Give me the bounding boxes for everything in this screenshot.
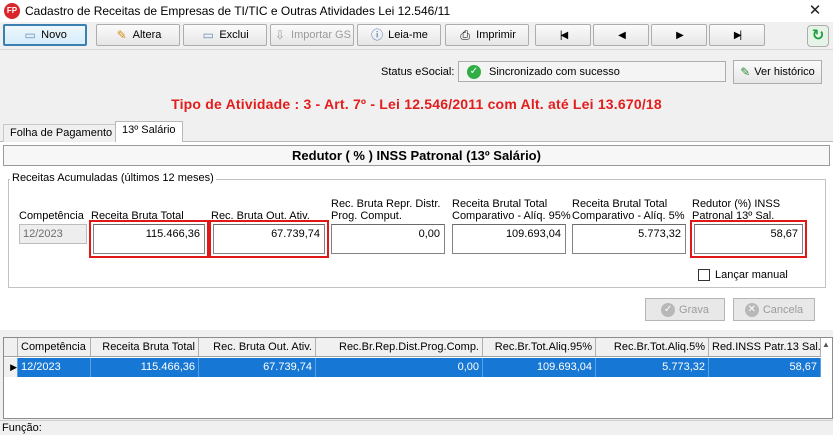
novo-button-label: Novo xyxy=(41,29,67,41)
cancel-icon: ✕ xyxy=(744,302,759,317)
rec-repr-field[interactable]: 0,00 xyxy=(331,224,445,254)
redutor-label-line1: Redutor (%) INSS xyxy=(692,198,781,210)
delete-icon: ▭ xyxy=(202,28,214,42)
last-record-button[interactable]: ▶| xyxy=(709,24,765,46)
comp5-label-line1: Receita Brutal Total xyxy=(572,198,668,210)
receita-bruta-field[interactable]: 115.466,36 xyxy=(89,220,209,258)
importar-button-label: Importar GS xyxy=(291,29,351,41)
redutor-label-line2: Patronal 13º Sal. xyxy=(692,210,775,222)
last-record-icon: ▶| xyxy=(733,29,742,41)
tab-13-salario[interactable]: 13º Salário xyxy=(115,121,183,142)
grid-header-rec-out-ativ[interactable]: Rec. Bruta Out. Ativ. xyxy=(199,338,316,356)
check-circle-icon: ✓ xyxy=(467,64,481,79)
importar-button[interactable]: ⇩ Importar GS xyxy=(270,24,354,46)
lancar-manual-row[interactable]: Lançar manual xyxy=(698,269,788,281)
comp5-field[interactable]: 5.773,32 xyxy=(572,224,686,254)
tab-bar: Folha de Pagamento 13º Salário xyxy=(0,120,833,142)
group-title: Receitas Acumuladas (últimos 12 meses) xyxy=(10,172,216,184)
grid-header-comp5[interactable]: Rec.Br.Tot.Aliq.5% xyxy=(596,338,709,356)
leiame-button[interactable]: ⓘ Leia-me xyxy=(357,24,441,46)
comp5-label-line2: Comparativo - Alíq. 5% xyxy=(572,210,685,222)
comp95-label-line2: Comparativo - Alíq. 95% xyxy=(452,210,571,222)
activity-type-title: Tipo de Atividade : 3 - Art. 7º - Lei 12… xyxy=(171,96,662,112)
grava-button[interactable]: ✓ Grava xyxy=(645,298,725,321)
grid-cell-competencia[interactable]: 12/2023 xyxy=(18,358,91,377)
altera-button[interactable]: ✎ Altera xyxy=(96,24,180,46)
grid-cell-redutor[interactable]: 58,67 xyxy=(709,358,821,377)
tab-folha-de-pagamento[interactable]: Folha de Pagamento xyxy=(3,124,120,142)
edit-icon: ✎ xyxy=(116,28,127,42)
comp95-field[interactable]: 109.693,04 xyxy=(452,224,566,254)
comp95-label-line1: Receita Brutal Total xyxy=(452,198,548,210)
receitas-grid: Competência Receita Bruta Total Rec. Bru… xyxy=(3,337,833,419)
refresh-icon[interactable]: ↻ xyxy=(807,25,829,47)
grid-header-redutor[interactable]: Red.INSS Patr.13 Sal. xyxy=(709,338,821,356)
row-pointer-icon: ▶ xyxy=(4,358,18,377)
toolbar: ▭ Novo ✎ Altera ▭ Exclui ⇩ Importar GS ⓘ… xyxy=(0,22,833,50)
grid-cell-comp95[interactable]: 109.693,04 xyxy=(483,358,596,377)
cancela-button[interactable]: ✕ Cancela xyxy=(733,298,815,321)
competencia-field[interactable]: 12/2023 xyxy=(19,224,87,244)
app-logo-icon: FP xyxy=(4,3,20,19)
receita-bruta-label: Receita Bruta Total xyxy=(91,210,184,222)
history-icon: ✎ xyxy=(740,65,751,79)
grid-cell-rec-repr[interactable]: 0,00 xyxy=(316,358,483,377)
funcao-label: Função: xyxy=(2,422,42,434)
rec-out-ativ-label: Rec. Bruta Out. Ativ. xyxy=(211,210,310,222)
novo-button[interactable]: ▭ Novo xyxy=(3,24,87,46)
leiame-button-label: Leia-me xyxy=(388,29,428,41)
grid-header-competencia[interactable]: Competência xyxy=(18,338,91,356)
exclui-button-label: Exclui xyxy=(219,29,249,41)
grid-header-comp95[interactable]: Rec.Br.Tot.Aliq.95% xyxy=(483,338,596,356)
imprimir-button[interactable]: ⎙ Imprimir xyxy=(445,24,529,46)
esocial-status-text: Sincronizado com sucesso xyxy=(489,65,620,78)
status-bar: Função: xyxy=(0,420,833,435)
grid-cell-comp5[interactable]: 5.773,32 xyxy=(596,358,709,377)
esocial-status-label: Status eSocial: xyxy=(381,66,455,78)
rec-repr-label: Rec. Bruta Repr. Distr. Prog. Comput. xyxy=(331,198,440,222)
printer-icon: ⎙ xyxy=(460,28,470,42)
first-record-button[interactable]: |◀ xyxy=(535,24,591,46)
comp95-label: Receita Brutal Total Comparativo - Alíq.… xyxy=(452,198,571,222)
close-icon[interactable]: ✕ xyxy=(805,1,825,21)
comp5-label: Receita Brutal Total Comparativo - Alíq.… xyxy=(572,198,685,222)
competencia-label: Competência xyxy=(19,210,84,222)
grid-header-row: Competência Receita Bruta Total Rec. Bru… xyxy=(4,338,821,357)
scroll-up-icon[interactable]: ▲ xyxy=(820,340,832,349)
ver-historico-label: Ver histórico xyxy=(754,66,815,78)
imprimir-button-label: Imprimir xyxy=(476,29,516,41)
esocial-status-box: ✓ Sincronizado com sucesso xyxy=(458,61,726,82)
grid-cell-receita-bruta[interactable]: 115.466,36 xyxy=(91,358,199,377)
lancar-manual-label: Lançar manual xyxy=(715,269,788,281)
info-icon: ⓘ xyxy=(371,28,384,42)
title-bar: FP Cadastro de Receitas de Empresas de T… xyxy=(0,0,833,22)
exclui-button[interactable]: ▭ Exclui xyxy=(183,24,267,46)
altera-button-label: Altera xyxy=(132,29,162,41)
rec-repr-label-line2: Prog. Comput. xyxy=(331,210,402,222)
redutor-label: Redutor (%) INSS Patronal 13º Sal. xyxy=(692,198,780,222)
check-icon: ✓ xyxy=(661,302,676,317)
table-row[interactable]: ▶ 12/2023 115.466,36 67.739,74 0,00 109.… xyxy=(4,358,821,377)
window-title: Cadastro de Receitas de Empresas de TI/T… xyxy=(25,4,451,18)
grava-button-label: Grava xyxy=(679,303,709,316)
grid-header-receita-bruta[interactable]: Receita Bruta Total xyxy=(91,338,199,356)
grid-header-rec-repr[interactable]: Rec.Br.Rep.Dist.Prog.Comp. xyxy=(316,338,483,356)
rec-repr-label-line1: Rec. Bruta Repr. Distr. xyxy=(331,198,441,210)
import-icon: ⇩ xyxy=(275,28,286,42)
next-record-button[interactable]: ▶ xyxy=(651,24,707,46)
previous-record-icon: ◀ xyxy=(618,29,626,41)
lancar-manual-checkbox[interactable] xyxy=(698,269,710,281)
rec-out-ativ-field[interactable]: 67.739,74 xyxy=(209,220,329,258)
grid-cell-rec-out-ativ[interactable]: 67.739,74 xyxy=(199,358,316,377)
section-title: Redutor ( % ) INSS Patronal (13º Salário… xyxy=(3,145,830,166)
ver-historico-button[interactable]: ✎ Ver histórico xyxy=(733,60,822,84)
redutor-field[interactable]: 58,67 xyxy=(690,220,807,258)
next-record-icon: ▶ xyxy=(676,29,684,41)
cancela-button-label: Cancela xyxy=(762,303,804,316)
first-record-icon: |◀ xyxy=(559,29,568,41)
previous-record-button[interactable]: ◀ xyxy=(593,24,649,46)
grid-header-indicator xyxy=(4,338,18,356)
new-document-icon: ▭ xyxy=(24,28,36,42)
main-panel: Redutor ( % ) INSS Patronal (13º Salário… xyxy=(0,142,833,330)
